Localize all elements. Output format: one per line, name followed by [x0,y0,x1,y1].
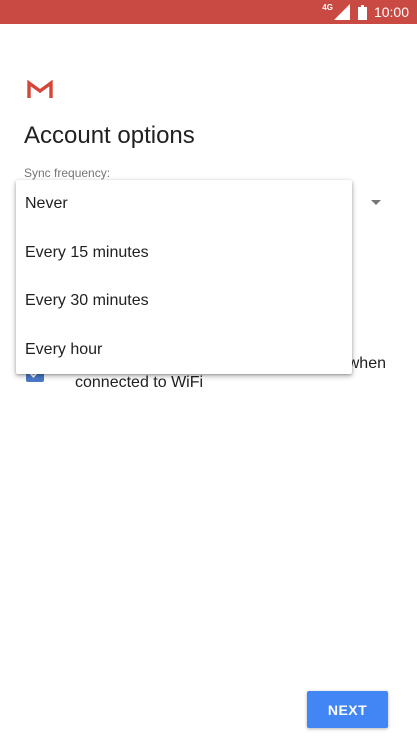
menu-item-never[interactable]: Never [16,180,352,229]
page-title: Account options [24,122,195,149]
sync-frequency-label: Sync frequency: [24,166,111,180]
next-button[interactable]: NEXT [307,691,388,728]
dropdown-arrow-icon[interactable] [371,200,381,205]
gmail-logo-icon [27,80,53,98]
network-type: 4G [322,3,333,12]
menu-item-every-15-minutes[interactable]: Every 15 minutes [16,229,352,278]
signal-icon [333,4,350,20]
battery-icon [357,4,367,20]
clock: 10:00 [373,4,409,20]
menu-item-every-hour[interactable]: Every hour [16,326,352,375]
menu-item-every-30-minutes[interactable]: Every 30 minutes [16,277,352,326]
sync-frequency-menu: Never Every 15 minutes Every 30 minutes … [16,180,352,374]
status-bar: 4G 10:00 [0,0,417,24]
wifi-label-line2: connected to WiFi [75,374,204,391]
